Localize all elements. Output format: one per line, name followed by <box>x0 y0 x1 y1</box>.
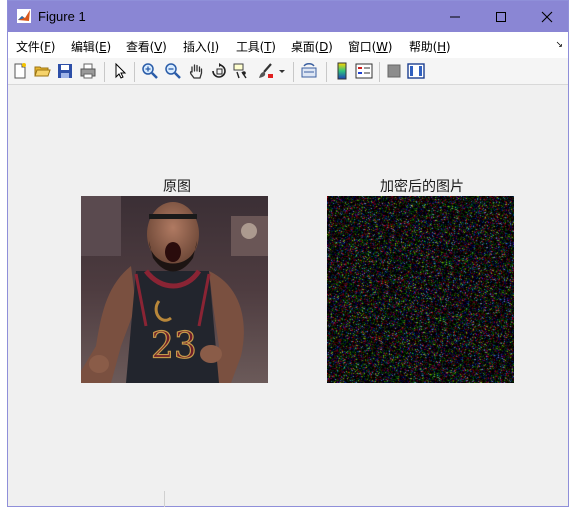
new-figure-icon[interactable] <box>11 62 29 80</box>
original-image: 23 <box>81 196 268 383</box>
menu-file[interactable]: 文件(F) <box>16 38 56 55</box>
menu-desktop[interactable]: 桌面(D) <box>291 38 333 55</box>
minimize-icon <box>450 16 460 17</box>
menu-edit[interactable]: 编辑(E) <box>71 38 111 55</box>
close-icon <box>541 11 553 22</box>
save-icon[interactable] <box>56 62 74 80</box>
svg-text:23: 23 <box>151 326 197 367</box>
figure-toolbar <box>8 58 568 85</box>
zoom-out-icon[interactable] <box>164 62 182 80</box>
menu-tools[interactable]: 工具(T) <box>236 38 276 55</box>
player-photo: 23 <box>81 196 268 383</box>
menu-insert[interactable]: 插入(I) <box>183 38 219 55</box>
matlab-icon <box>17 9 31 23</box>
print-icon[interactable] <box>79 62 97 80</box>
window-title: Figure 1 <box>38 9 86 24</box>
title-bar[interactable]: Figure 1 <box>8 1 568 32</box>
maximize-button[interactable] <box>478 1 524 32</box>
toolbar-separator <box>134 62 135 82</box>
menu-window[interactable]: 窗口(W) <box>348 38 392 55</box>
menu-bar: 文件(F) 编辑(E) 查看(V) 插入(I) 工具(T) 桌面(D) 窗口(W… <box>8 32 568 58</box>
toolbar-separator <box>293 62 294 82</box>
link-plot-icon[interactable] <box>300 62 318 80</box>
menu-help[interactable]: 帮助(H) <box>409 38 451 55</box>
toolbar-separator <box>104 62 105 82</box>
insert-legend-icon[interactable] <box>355 62 373 80</box>
pan-hand-icon[interactable] <box>187 62 205 80</box>
bottom-divider <box>164 491 165 507</box>
maximize-icon <box>496 11 506 22</box>
minimize-button[interactable] <box>432 1 478 32</box>
rotate-3d-icon[interactable] <box>210 62 228 80</box>
show-plot-tools-icon[interactable] <box>407 62 425 80</box>
figure-window: Figure 1 文件(F) 编辑(E) 查看(V) 插入(I) 工具(T) 桌… <box>7 0 569 507</box>
encrypted-image <box>327 196 514 383</box>
zoom-in-icon[interactable] <box>141 62 159 80</box>
insert-colorbar-icon[interactable] <box>333 62 351 80</box>
dock-arrow-icon[interactable]: ↘ <box>555 40 563 50</box>
encrypted-image-title: 加密后的图片 <box>380 179 464 195</box>
edit-plot-arrow-icon[interactable] <box>111 62 129 80</box>
toolbar-separator <box>326 62 327 82</box>
menu-view[interactable]: 查看(V) <box>126 38 167 55</box>
toolbar-separator <box>379 62 380 82</box>
original-image-title: 原图 <box>163 179 191 195</box>
close-button[interactable] <box>524 1 570 32</box>
brush-dropdown-icon[interactable] <box>278 62 286 80</box>
noise-canvas <box>327 196 514 383</box>
data-cursor-icon[interactable] <box>233 62 251 80</box>
hide-plot-tools-icon[interactable] <box>385 62 403 80</box>
brush-icon[interactable] <box>257 62 275 80</box>
open-file-icon[interactable] <box>33 62 51 80</box>
